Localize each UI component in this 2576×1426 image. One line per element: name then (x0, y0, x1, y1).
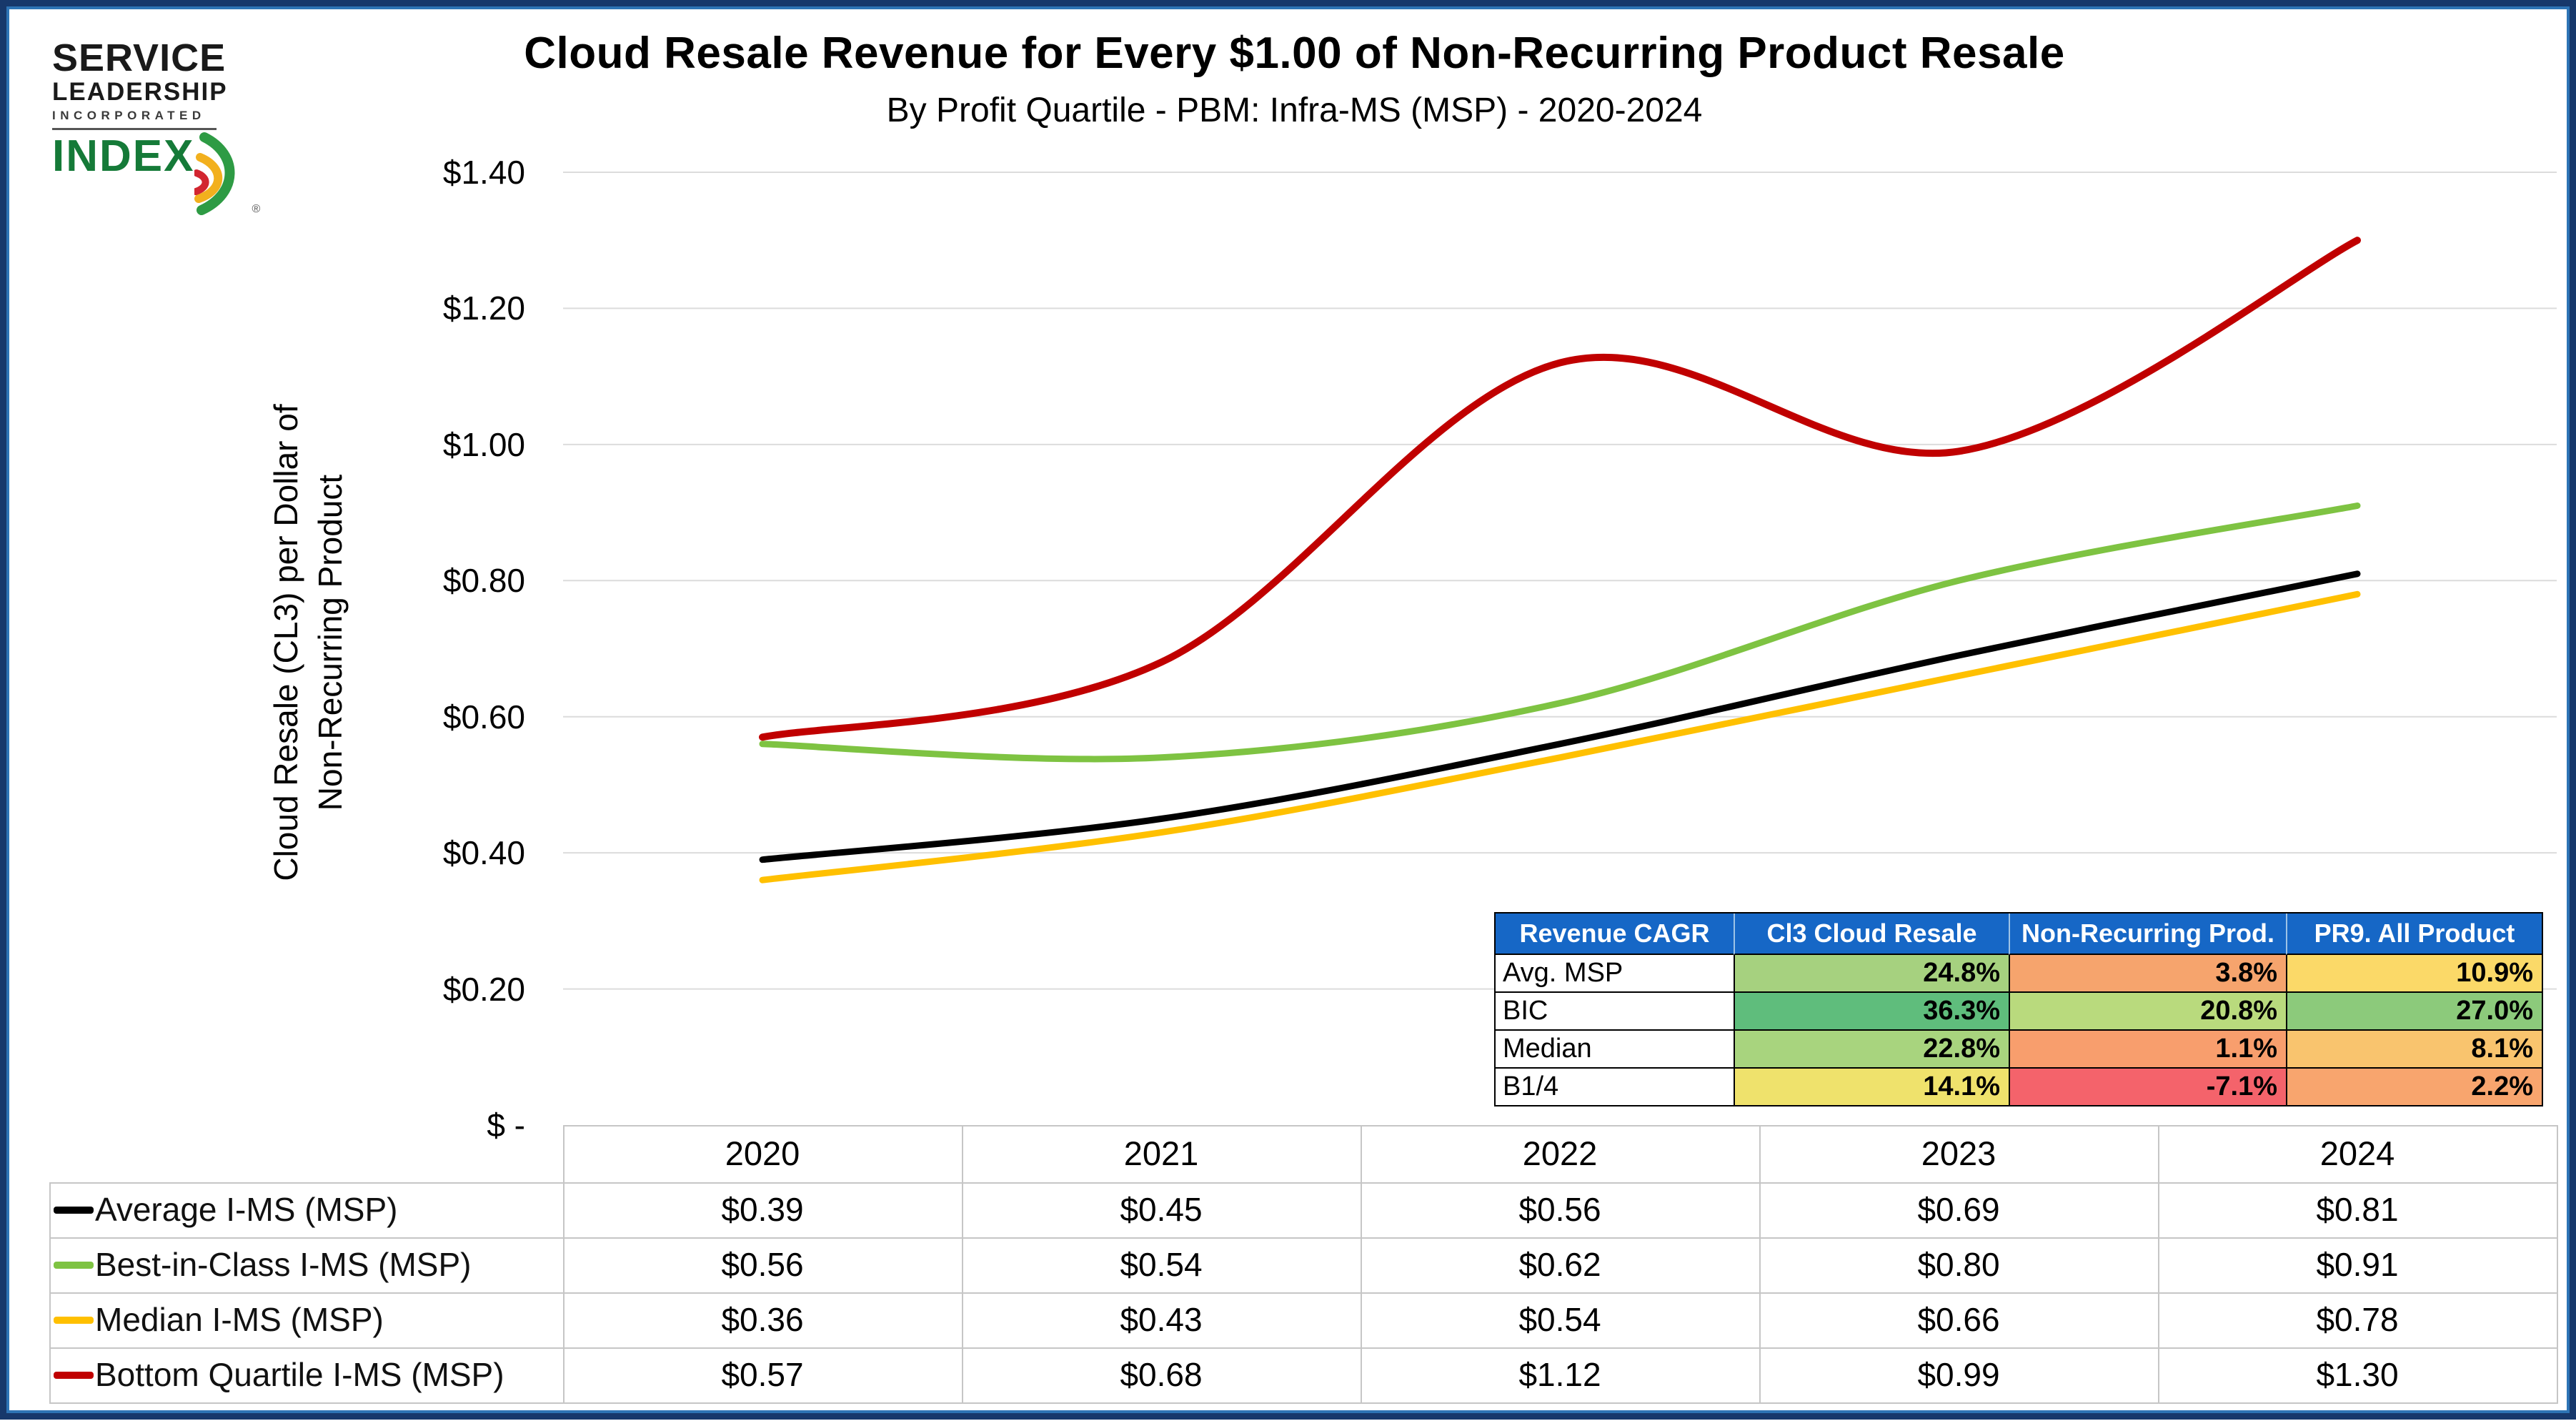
table-value-cell: $0.69 (1851, 1182, 2066, 1237)
logo-swoosh-icon (194, 132, 250, 216)
cagr-value-cell: 8.1% (2286, 1029, 2542, 1067)
table-grid-line (1759, 1125, 1761, 1402)
y-axis-title-line2: Non-Recurring Product (308, 285, 352, 1000)
table-value-cell: $0.56 (655, 1237, 870, 1292)
legend-label: Bottom Quartile I-MS (MSP) (95, 1347, 504, 1402)
cagr-value-cell: 3.8% (2009, 955, 2286, 991)
revenue-cagr-table: Revenue CAGRCl3 Cloud ResaleNon-Recurrin… (1494, 912, 2543, 1106)
cagr-value-cell: 27.0% (2286, 991, 2542, 1029)
y-axis-tick-label: $0.20 (368, 968, 525, 1011)
cagr-value-cell: 20.8% (2009, 991, 2286, 1029)
registered-mark: ® (252, 203, 260, 216)
cagr-row-label: BIC (1496, 991, 1734, 1029)
cagr-value-cell: 24.8% (1734, 955, 2009, 991)
legend-label: Best-in-Class I-MS (MSP) (95, 1237, 471, 1292)
table-grid-line (2557, 1125, 2558, 1402)
chart-subtitle: By Profit Quartile - PBM: Infra-MS (MSP)… (6, 91, 2576, 130)
cagr-header-cell: Revenue CAGR (1496, 913, 1734, 955)
y-axis-tick-label: $0.80 (368, 559, 525, 602)
table-value-cell: $0.54 (1453, 1292, 1667, 1347)
cagr-row-label: Avg. MSP (1496, 955, 1734, 991)
year-label: 2023 (1851, 1125, 2066, 1182)
cagr-row: BIC36.3%20.8%27.0% (1496, 991, 2542, 1029)
table-value-cell: $0.36 (655, 1292, 870, 1347)
cagr-value-cell: 10.9% (2286, 955, 2542, 991)
cagr-row: B1/414.1%-7.1%2.2% (1496, 1067, 2542, 1105)
cagr-value-cell: 22.8% (1734, 1029, 2009, 1067)
cagr-value-cell: 36.3% (1734, 991, 2009, 1029)
table-grid-line (49, 1402, 2558, 1404)
y-axis-title-line1: Cloud Resale (CL3) per Dollar of (264, 285, 308, 1000)
table-grid-line (49, 1182, 51, 1402)
table-value-cell: $0.56 (1453, 1182, 1667, 1237)
chart-frame: SERVICE LEADERSHIP INCORPORATED INDEX ® … (0, 0, 2576, 1420)
logo-index-text: INDEX (52, 132, 194, 182)
table-value-cell: $0.66 (1851, 1292, 2066, 1347)
legend-marker (54, 1372, 94, 1379)
legend-label: Average I-MS (MSP) (95, 1182, 397, 1237)
legend-marker (54, 1207, 94, 1214)
table-grid-line (49, 1182, 2558, 1184)
y-axis-tick-label: $ - (368, 1104, 525, 1147)
y-axis-tick-label: $1.20 (368, 287, 525, 330)
table-value-cell: $0.99 (1851, 1347, 2066, 1402)
cagr-row-label: B1/4 (1496, 1067, 1734, 1105)
table-grid-line (962, 1125, 963, 1402)
table-value-cell: $0.68 (1054, 1347, 1268, 1402)
table-value-cell: $0.78 (2250, 1292, 2465, 1347)
table-value-cell: $0.43 (1054, 1292, 1268, 1347)
table-grid-line (49, 1292, 2558, 1294)
cagr-header-cell: PR9. All Product (2286, 913, 2542, 955)
year-label: 2022 (1453, 1125, 1667, 1182)
table-value-cell: $0.39 (655, 1182, 870, 1237)
table-value-cell: $1.12 (1453, 1347, 1667, 1402)
cagr-header-cell: Cl3 Cloud Resale (1734, 913, 2009, 955)
y-axis-tick-label: $0.40 (368, 831, 525, 874)
table-value-cell: $0.45 (1054, 1182, 1268, 1237)
table-value-cell: $0.57 (655, 1347, 870, 1402)
legend-marker (54, 1317, 94, 1324)
table-value-cell: $0.91 (2250, 1237, 2465, 1292)
legend-marker (54, 1262, 94, 1269)
legend-label: Median I-MS (MSP) (95, 1292, 384, 1347)
table-grid-line (563, 1125, 565, 1402)
y-axis-tick-label: $1.00 (368, 423, 525, 466)
table-value-cell: $1.30 (2250, 1347, 2465, 1402)
year-label: 2021 (1054, 1125, 1268, 1182)
cagr-value-cell: 1.1% (2009, 1029, 2286, 1067)
table-grid-line (1361, 1125, 1362, 1402)
cagr-header-cell: Non-Recurring Prod. (2009, 913, 2286, 955)
y-axis-tick-label: $0.60 (368, 695, 525, 738)
year-label: 2020 (655, 1125, 870, 1182)
table-value-cell: $0.81 (2250, 1182, 2465, 1237)
table-value-cell: $0.80 (1851, 1237, 2066, 1292)
table-value-cell: $0.54 (1054, 1237, 1268, 1292)
cagr-row: Avg. MSP24.8%3.8%10.9% (1496, 955, 2542, 991)
cagr-value-cell: -7.1% (2009, 1067, 2286, 1105)
y-axis-tick-label: $1.40 (368, 151, 525, 194)
series-line-median-i-ms-msp- (762, 594, 2357, 880)
chart-title: Cloud Resale Revenue for Every $1.00 of … (6, 28, 2576, 79)
series-line-bottom-quartile-i-ms-msp- (762, 240, 2357, 737)
cagr-row-label: Median (1496, 1029, 1734, 1067)
y-axis-title: Cloud Resale (CL3) per Dollar of Non-Rec… (264, 285, 364, 1000)
series-line-best-in-class-i-ms-msp- (762, 506, 2357, 759)
year-label: 2024 (2250, 1125, 2465, 1182)
cagr-value-cell: 14.1% (1734, 1067, 2009, 1105)
series-line-average-i-ms-msp- (762, 574, 2357, 860)
cagr-value-cell: 2.2% (2286, 1067, 2542, 1105)
table-grid-line (2158, 1125, 2159, 1402)
table-value-cell: $0.62 (1453, 1237, 1667, 1292)
cagr-row: Median22.8%1.1%8.1% (1496, 1029, 2542, 1067)
